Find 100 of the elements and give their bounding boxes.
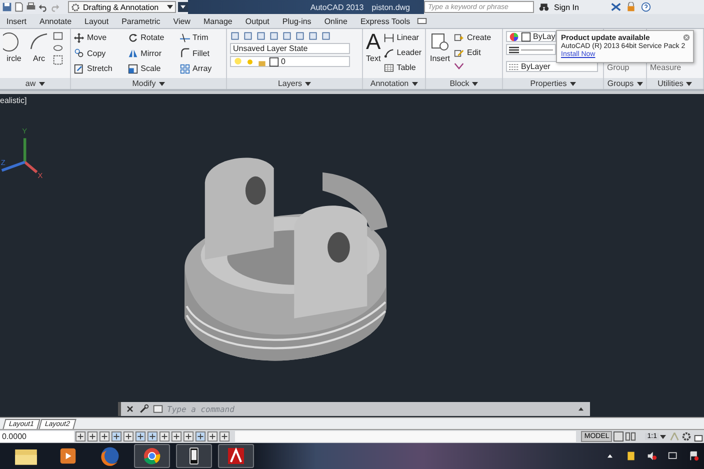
tool-button[interactable]: Create (454, 31, 492, 44)
ribbon-tab[interactable]: Express Tools (354, 16, 417, 26)
tool-button[interactable]: Edit (454, 46, 492, 59)
layout-icon[interactable] (625, 431, 636, 442)
color-wheel-icon (509, 32, 519, 42)
line-sample-icon (521, 48, 553, 52)
panel-title[interactable]: aw (0, 78, 70, 89)
caret-icon[interactable] (660, 434, 666, 438)
speaker-muted-icon[interactable] (647, 451, 657, 461)
panel-title[interactable]: Block (426, 78, 502, 89)
gear-icon[interactable] (681, 431, 692, 442)
viewport-icon[interactable] (613, 431, 624, 442)
tool-button[interactable]: Scale (128, 62, 176, 76)
panel-title[interactable]: Groups (604, 78, 646, 89)
ribbon-tab[interactable]: Layout (78, 16, 116, 26)
linetype-icon (509, 62, 519, 72)
workspace-dropdown[interactable]: Drafting & Annotation (68, 1, 176, 13)
tool-button[interactable]: Stretch (74, 62, 124, 76)
lightbulb-icon (233, 56, 243, 66)
print-icon[interactable] (26, 2, 36, 12)
hatch-icon[interactable] (53, 55, 63, 65)
color-swatch-icon (269, 56, 279, 66)
sign-in-button[interactable]: Sign In (554, 2, 606, 12)
text-icon: A (366, 31, 381, 53)
scale-icon (128, 64, 138, 74)
mirror-icon (128, 48, 138, 58)
caret-icon (38, 82, 45, 86)
layer-name: 0 (281, 57, 286, 66)
panel-title[interactable]: Annotation (363, 78, 425, 89)
block-create-icon (454, 32, 464, 42)
caret-icon (686, 82, 692, 86)
panel-title[interactable]: Properties (503, 78, 603, 89)
group-button[interactable]: Group (607, 63, 630, 72)
caret-icon (305, 82, 311, 86)
trim-icon (180, 32, 190, 42)
file-name: piston.dwg (372, 2, 410, 12)
tool-button[interactable]: Rotate (128, 31, 176, 44)
save-icon[interactable] (2, 2, 12, 12)
workspace-name: Drafting & Annotation (83, 2, 159, 12)
ribbon-tab[interactable]: Insert (0, 16, 34, 26)
copy-icon (74, 48, 84, 58)
insert-button[interactable]: Insert (429, 31, 451, 63)
close-icon[interactable] (125, 404, 135, 414)
flag-icon[interactable] (689, 451, 699, 461)
table-icon (384, 62, 394, 72)
binoculars-icon[interactable] (539, 2, 549, 12)
measure-button[interactable]: Measure (650, 63, 682, 72)
stretch-icon (74, 64, 84, 74)
prompt-icon[interactable] (153, 404, 163, 414)
caret-icon (167, 5, 173, 9)
tool-button[interactable]: Mirror (128, 46, 176, 60)
cross-arrows-icon (74, 32, 84, 42)
caret-icon (412, 82, 418, 86)
coordinates-readout: 0.0000 (0, 431, 74, 442)
panel-title[interactable]: Modify (71, 78, 226, 89)
caret-icon (570, 82, 576, 86)
circle-button[interactable]: ircle (3, 31, 25, 63)
rectangle-icon[interactable] (53, 31, 63, 41)
undo-icon[interactable] (38, 2, 48, 12)
wrench-icon[interactable] (139, 404, 149, 414)
text-button[interactable]: A Text (366, 31, 381, 63)
command-input[interactable]: Type a command (167, 403, 572, 415)
ellipse-icon[interactable] (53, 43, 63, 53)
tool-button[interactable]: Array (180, 62, 223, 76)
tool-button[interactable]: Trim (180, 31, 223, 44)
panel-toggle-icon[interactable] (416, 16, 427, 26)
sun-icon (245, 56, 255, 66)
tool-button[interactable]: Copy (74, 46, 124, 60)
ribbon-tab[interactable]: Parametric (115, 16, 167, 26)
tool-button[interactable]: Move (74, 31, 124, 44)
gear-icon (71, 2, 80, 12)
layer-state-dropdown[interactable]: Unsaved Layer State (230, 43, 350, 54)
panel-title[interactable]: Layers (227, 78, 362, 89)
tool-button[interactable]: Table (384, 61, 422, 74)
ribbon-tab[interactable]: Online (318, 16, 354, 26)
ribbon-tab[interactable]: Annotate (33, 16, 78, 26)
arc-button[interactable]: Arc (28, 31, 50, 63)
layer-dropdown[interactable]: 0 (230, 56, 350, 67)
app-title: AutoCAD 2013 (310, 2, 364, 12)
ribbon-tab[interactable]: Manage (196, 16, 239, 26)
tool-button[interactable]: Leader (384, 46, 422, 59)
block-edit-icon (454, 48, 464, 58)
caret-icon[interactable] (178, 2, 188, 12)
phone-icon[interactable] (176, 444, 212, 468)
panel-title[interactable]: Utilities (647, 78, 703, 89)
ribbon-tab[interactable]: Output (238, 16, 276, 26)
visual-style-label[interactable]: ealistic] (0, 96, 27, 105)
ribbon-tab[interactable]: View (166, 16, 197, 26)
help-icon[interactable] (641, 2, 651, 12)
tool-button[interactable]: Linear (384, 31, 422, 44)
document-icon[interactable] (14, 2, 24, 12)
array-icon (180, 64, 190, 74)
dimension-icon (384, 32, 394, 42)
caret-icon (636, 82, 643, 86)
caret-icon (158, 82, 165, 86)
circular-arrow-icon (128, 32, 138, 42)
fillet-icon (180, 48, 190, 58)
ribbon-tab[interactable]: Plug-ins (276, 16, 318, 26)
tool-button[interactable]: Fillet (180, 46, 223, 60)
leader-icon (384, 48, 394, 58)
